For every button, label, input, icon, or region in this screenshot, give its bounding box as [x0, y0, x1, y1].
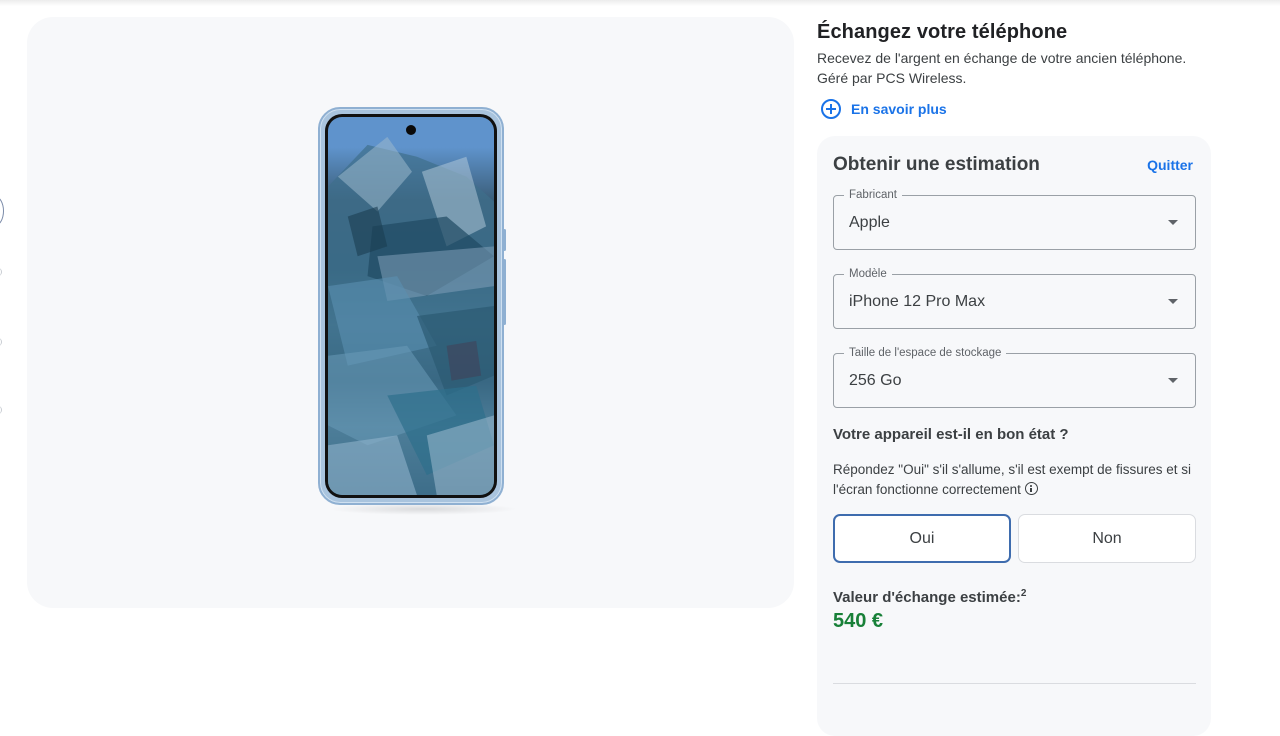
crystal-wallpaper-art [328, 136, 494, 495]
thumbnail-selected[interactable] [0, 196, 4, 226]
manufacturer-label: Fabricant [844, 188, 902, 202]
estimated-value-label-text: Valeur d'échange estimée: [833, 589, 1021, 606]
wallpaper [328, 117, 494, 495]
manufacturer-value: Apple [849, 214, 890, 231]
header-shadow [0, 0, 1280, 6]
phone-power-button [503, 259, 506, 325]
model-value: iPhone 12 Pro Max [849, 293, 986, 310]
divider [833, 683, 1196, 684]
storage-label: Taille de l'espace de stockage [844, 346, 1007, 360]
product-gallery [27, 17, 794, 608]
learn-more-label: En savoir plus [851, 101, 947, 117]
plus-circle-icon [821, 99, 841, 119]
trade-in-description: Recevez de l'argent en échange de votre … [817, 50, 1187, 86]
footnote-marker[interactable]: 2 [1021, 588, 1027, 599]
model-select[interactable]: Modèle iPhone 12 Pro Max [833, 267, 1196, 329]
condition-yes-button[interactable]: Oui [833, 514, 1011, 563]
trade-in-section: Échangez votre téléphone Recevez de l'ar… [817, 18, 1217, 120]
condition-description: Répondez "Oui" s'il s'allume, s'il est e… [833, 460, 1203, 500]
estimate-header: Obtenir une estimation Quitter [833, 152, 1193, 178]
storage-value: 256 Go [849, 372, 902, 389]
thumbnail-nav-edge [0, 0, 20, 708]
thumbnail[interactable] [0, 268, 2, 276]
estimated-value-amount: 540 € [833, 610, 884, 632]
storage-select[interactable]: Taille de l'espace de stockage 256 Go [833, 346, 1196, 408]
phone-volume-button [503, 229, 506, 251]
estimated-value-label: Valeur d'échange estimée:2 [833, 588, 1026, 606]
condition-no-button[interactable]: Non [1018, 514, 1196, 563]
estimate-panel: Obtenir une estimation Quitter Fabricant… [817, 136, 1211, 736]
learn-more-link[interactable]: En savoir plus [817, 98, 1217, 120]
thumbnail[interactable] [0, 406, 2, 414]
condition-question: Votre appareil est-il en bon état ? [833, 426, 1069, 443]
dropdown-caret-icon [1168, 378, 1178, 383]
trade-in-title: Échangez votre téléphone [817, 21, 1068, 43]
camera-hole [406, 125, 416, 135]
phone-body [318, 107, 506, 505]
info-icon[interactable] [1024, 482, 1038, 495]
condition-description-text: Répondez "Oui" s'il s'allume, s'il est e… [833, 462, 1191, 497]
thumbnail[interactable] [0, 338, 2, 346]
model-label: Modèle [844, 267, 892, 281]
dropdown-caret-icon [1168, 220, 1178, 225]
quit-link[interactable]: Quitter [1147, 157, 1193, 173]
estimate-title: Obtenir une estimation [833, 154, 1040, 175]
phone-screen [325, 114, 497, 498]
manufacturer-select[interactable]: Fabricant Apple [833, 188, 1196, 250]
dropdown-caret-icon [1168, 299, 1178, 304]
product-image [318, 107, 518, 515]
